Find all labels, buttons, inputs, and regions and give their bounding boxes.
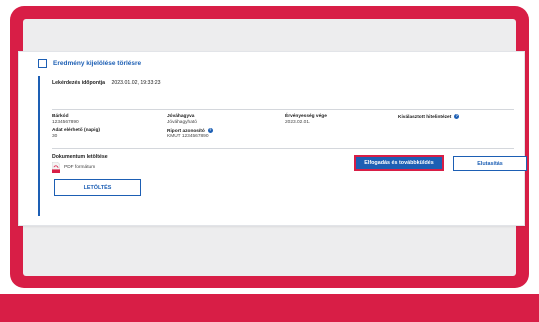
- result-card: Eredmény kijelölése törlésre Lekérdezés …: [18, 51, 527, 226]
- barcode-field: Bárkód 1234567890: [52, 114, 79, 125]
- validity-value: 2023.02.01.: [285, 119, 311, 125]
- info-icon[interactable]: ?: [454, 114, 460, 119]
- query-time-row: Lekérdezés időpontja 2023.01.02, 19:33:2…: [52, 80, 161, 86]
- approved-label: Jóváhagyva: [167, 114, 195, 119]
- pdf-icon: [52, 162, 60, 173]
- query-time-value: 2023.01.02, 19:33:23: [111, 80, 161, 86]
- report-id-field: Riport azonosító? KMUT 1234567890: [167, 128, 213, 140]
- query-time-label: Lekérdezés időpontja: [52, 80, 106, 86]
- approved-value: Jóváhagyható: [167, 119, 197, 125]
- card-body: Lekérdezés időpontja 2023.01.02, 19:33:2…: [38, 76, 527, 216]
- validity-field: Érvényesség vége 2023.02.01.: [285, 114, 327, 125]
- institution-label: Kiválasztott hitelintézet: [398, 114, 452, 120]
- card-header: Eredmény kijelölése törlésre: [38, 59, 141, 68]
- validity-label: Érvényesség vége: [285, 114, 327, 119]
- card-title[interactable]: Eredmény kijelölése törlésre: [53, 60, 141, 67]
- days-field: Adat elérhető (napig) 30: [52, 128, 100, 139]
- reject-button[interactable]: Elutasítás: [453, 156, 527, 171]
- approved-field: Jóváhagyva Jóváhagyható: [167, 114, 197, 125]
- institution-field: Kiválasztott hitelintézet?: [398, 114, 460, 120]
- barcode-value: 1234567890: [52, 119, 79, 125]
- divider: [52, 148, 514, 149]
- delete-checkbox[interactable]: [38, 59, 47, 68]
- info-icon[interactable]: ?: [207, 128, 213, 133]
- accept-and-forward-button[interactable]: Elfogadás és továbbküldés: [354, 155, 444, 171]
- days-value: 30: [52, 133, 58, 139]
- download-button[interactable]: LETÖLTÉS: [54, 179, 141, 196]
- divider: [52, 109, 514, 110]
- document-download-label: Dokumentum letöltése: [52, 154, 108, 160]
- pdf-row: PDF formátum: [52, 162, 95, 173]
- pdf-format-label: PDF formátum: [64, 165, 96, 170]
- report-id-value: KMUT 1234567890: [167, 134, 209, 140]
- days-label: Adat elérhető (napig): [52, 128, 100, 133]
- laptop-base: [0, 294, 539, 322]
